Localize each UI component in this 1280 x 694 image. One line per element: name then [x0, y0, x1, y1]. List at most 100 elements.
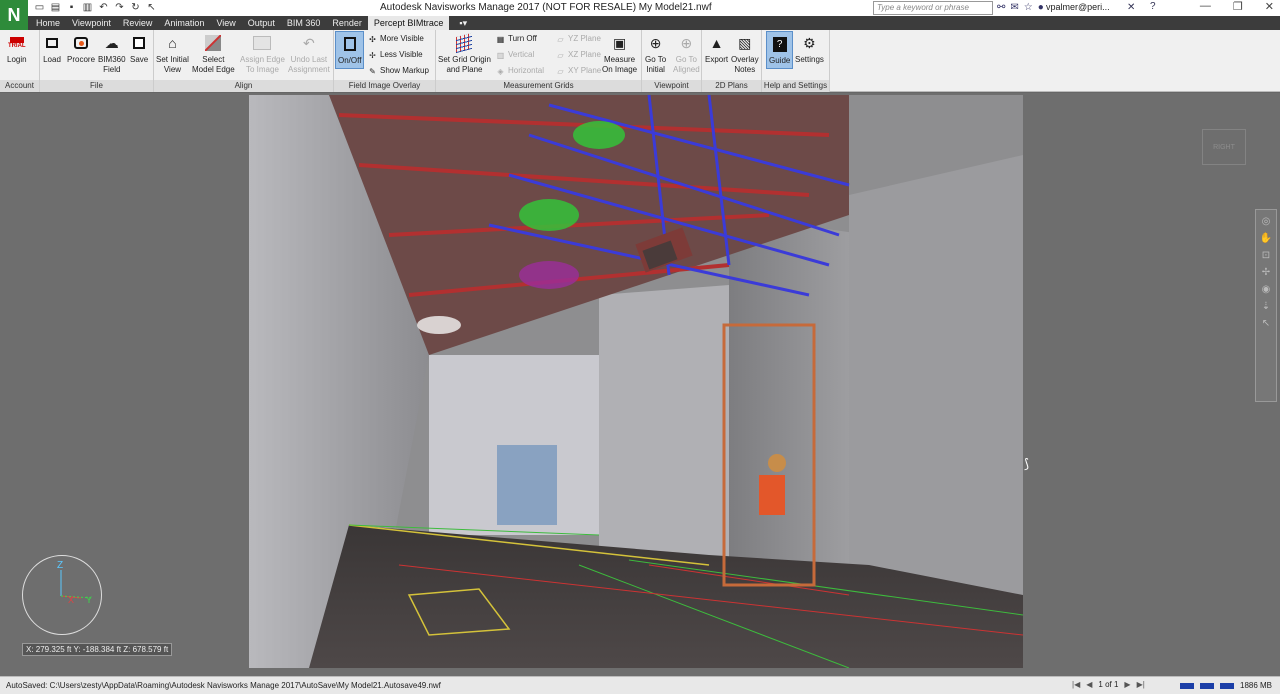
procore-button[interactable]: Procore [67, 34, 95, 65]
next-page-icon[interactable]: ▶ [1124, 680, 1130, 689]
undo-assignment-button[interactable]: ↶ Undo Last Assignment [288, 34, 330, 75]
measure-on-image-button[interactable]: ▣ Measure On Image [602, 34, 637, 75]
user-icon[interactable]: ● [1038, 2, 1044, 13]
grid-vertical-button[interactable]: ▥ Vertical [496, 49, 535, 61]
3d-viewport[interactable]: RIGHT ◎ ✋ ⊡ ✢ ◉ ⇣ ↖ Z X Y X: 279.325 ft … [0, 93, 1280, 676]
user-name[interactable]: vpalmer@peri... [1046, 2, 1110, 12]
overlay-onoff-button[interactable]: On/Off [335, 31, 365, 69]
look-icon[interactable]: ◉ [1262, 284, 1271, 295]
tab-output[interactable]: Output [242, 16, 281, 30]
communication-icon[interactable]: ✉ [1010, 2, 1018, 13]
orbit-icon[interactable]: ✢ [1262, 267, 1270, 278]
tab-view[interactable]: View [210, 16, 241, 30]
show-markup-button[interactable]: ✎ Show Markup [368, 65, 429, 77]
set-grid-label-1: Set Grid Origin [438, 55, 491, 64]
export-icon: ▲ [709, 35, 724, 51]
help-icon[interactable]: ? [1150, 1, 1156, 12]
search-input[interactable]: Type a keyword or phrase [873, 1, 993, 15]
overlay-notes-button[interactable]: ▧ Overlay Notes [731, 34, 759, 75]
select-pointer-icon[interactable]: ↖ [1262, 318, 1270, 329]
zoom-window-icon[interactable]: ⊡ [1262, 250, 1270, 261]
settings-button[interactable]: ⚙ Settings [795, 34, 824, 65]
panel-label-account: Account [0, 80, 39, 92]
ribbon-options-icon[interactable]: ▪▾ [449, 16, 477, 30]
more-visible-button[interactable]: ✣ More Visible [368, 33, 424, 45]
last-page-icon[interactable]: ▶| [1137, 680, 1145, 689]
select-model-edge-button[interactable]: Select Model Edge [192, 34, 235, 75]
first-page-icon[interactable]: |◀ [1072, 680, 1080, 689]
app-window: N ▭ ▤ ▪ ▥ ↶ ↷ ↻ ↖ Autodesk Navisworks Ma… [0, 0, 1280, 694]
panel-help-settings: ? Guide ⚙ Settings Help and Settings [762, 30, 830, 92]
more-visible-label: More Visible [380, 34, 424, 43]
print-icon[interactable]: ▥ [82, 2, 93, 13]
set-initial-view-button[interactable]: ⌂ Set Initial View [156, 34, 189, 75]
panel-label-plans: 2D Plans [702, 80, 761, 92]
goto-aligned-label-2: Aligned [673, 65, 700, 74]
go-to-aligned-button[interactable]: ⊕ Go To Aligned [673, 34, 700, 75]
tab-viewpoint[interactable]: Viewpoint [66, 16, 117, 30]
quick-access-toolbar: ▭ ▤ ▪ ▥ ↶ ↷ ↻ ↖ [34, 2, 157, 13]
pan-hand-icon[interactable]: ✋ [1260, 233, 1272, 244]
load-button[interactable]: Load [43, 34, 61, 65]
question-book-icon: ? [771, 35, 789, 53]
tab-animation[interactable]: Animation [158, 16, 210, 30]
set-grid-origin-button[interactable]: Set Grid Origin and Plane [438, 32, 491, 75]
grid-turn-off-button[interactable]: ▦ Turn Off [496, 33, 537, 45]
viewcube[interactable]: RIGHT [1202, 129, 1246, 165]
panel-account: TRIAL Login Account [0, 30, 40, 92]
open-file-icon[interactable]: ▤ [50, 2, 61, 13]
overlay-scene-graphic [249, 95, 1023, 668]
new-file-icon[interactable]: ▭ [34, 2, 45, 13]
minimize-icon[interactable]: — [1200, 0, 1211, 13]
markup-pen-icon: ✎ [369, 66, 376, 76]
measure-label-1: Measure [604, 55, 636, 64]
less-visible-button[interactable]: ✢ Less Visible [368, 49, 422, 61]
sheet-navigation: |◀ ◀ 1 of 1 ▶ ▶| [1072, 680, 1145, 689]
measure-label-2: On Image [602, 65, 638, 74]
tab-percept-bimtrace[interactable]: Percept BIMtrace [367, 16, 450, 30]
goto-aligned-label-1: Go To [675, 55, 697, 64]
close-icon[interactable]: ✕ [1265, 0, 1274, 13]
set-initial-label-2: View [163, 65, 182, 74]
tab-render[interactable]: Render [326, 16, 368, 30]
pencil-progress-icon [1180, 682, 1194, 689]
steering-wheel-icon[interactable]: ◎ [1262, 216, 1271, 227]
redo-icon[interactable]: ↷ [114, 2, 125, 13]
status-bar: AutoSaved: C:\Users\zesty\AppData\Roamin… [0, 676, 1280, 694]
save-button[interactable]: Save [130, 34, 148, 65]
yz-plane-button[interactable]: ▱ YZ Plane [556, 33, 601, 45]
guide-button[interactable]: ? Guide [766, 31, 794, 69]
tab-home[interactable]: Home [30, 16, 66, 30]
assign-edge-button[interactable]: Assign Edge To Image [240, 34, 285, 75]
horizontal-label: Horizontal [508, 66, 545, 75]
refresh-icon[interactable]: ↻ [130, 2, 141, 13]
binoculars-icon[interactable]: ⚯ [997, 2, 1005, 13]
panel-label-overlay: Field Image Overlay [334, 80, 435, 92]
xy-plane-button[interactable]: ▱ XY Plane [556, 65, 601, 77]
show-markup-label: Show Markup [380, 66, 429, 75]
select-icon[interactable]: ↖ [146, 2, 157, 13]
tab-bim360[interactable]: BIM 360 [281, 16, 327, 30]
grid-horizontal-button[interactable]: ◈ Horizontal [496, 65, 544, 77]
bim360-field-button[interactable]: ☁ BIM360 Field [98, 34, 126, 75]
xz-plane-button[interactable]: ▱ XZ Plane [556, 49, 600, 61]
yz-label: YZ Plane [568, 34, 601, 43]
panel-label-grids: Measurement Grids [436, 80, 641, 92]
login-button[interactable]: TRIAL Login [7, 34, 27, 65]
undo-icon[interactable]: ↶ [98, 2, 109, 13]
set-initial-label-1: Set Initial [156, 55, 189, 64]
exchange-icon[interactable]: ✕ [1127, 2, 1135, 13]
save-icon[interactable]: ▪ [66, 2, 77, 13]
export-button[interactable]: ▲ Export [705, 34, 728, 65]
assign-edge-icon [253, 34, 272, 52]
star-icon[interactable]: ☆ [1024, 2, 1033, 13]
walk-icon[interactable]: ⇣ [1262, 301, 1270, 312]
field-image-overlay[interactable] [249, 95, 1023, 668]
gear-icon: ⚙ [803, 35, 816, 51]
prev-page-icon[interactable]: ◀ [1086, 680, 1092, 689]
tab-review[interactable]: Review [117, 16, 159, 30]
undo-label-2: Assignment [288, 65, 330, 74]
go-to-initial-button[interactable]: ⊕ Go To Initial [645, 34, 666, 75]
app-logo[interactable]: N [0, 0, 28, 30]
restore-icon[interactable]: ❐ [1233, 0, 1243, 13]
